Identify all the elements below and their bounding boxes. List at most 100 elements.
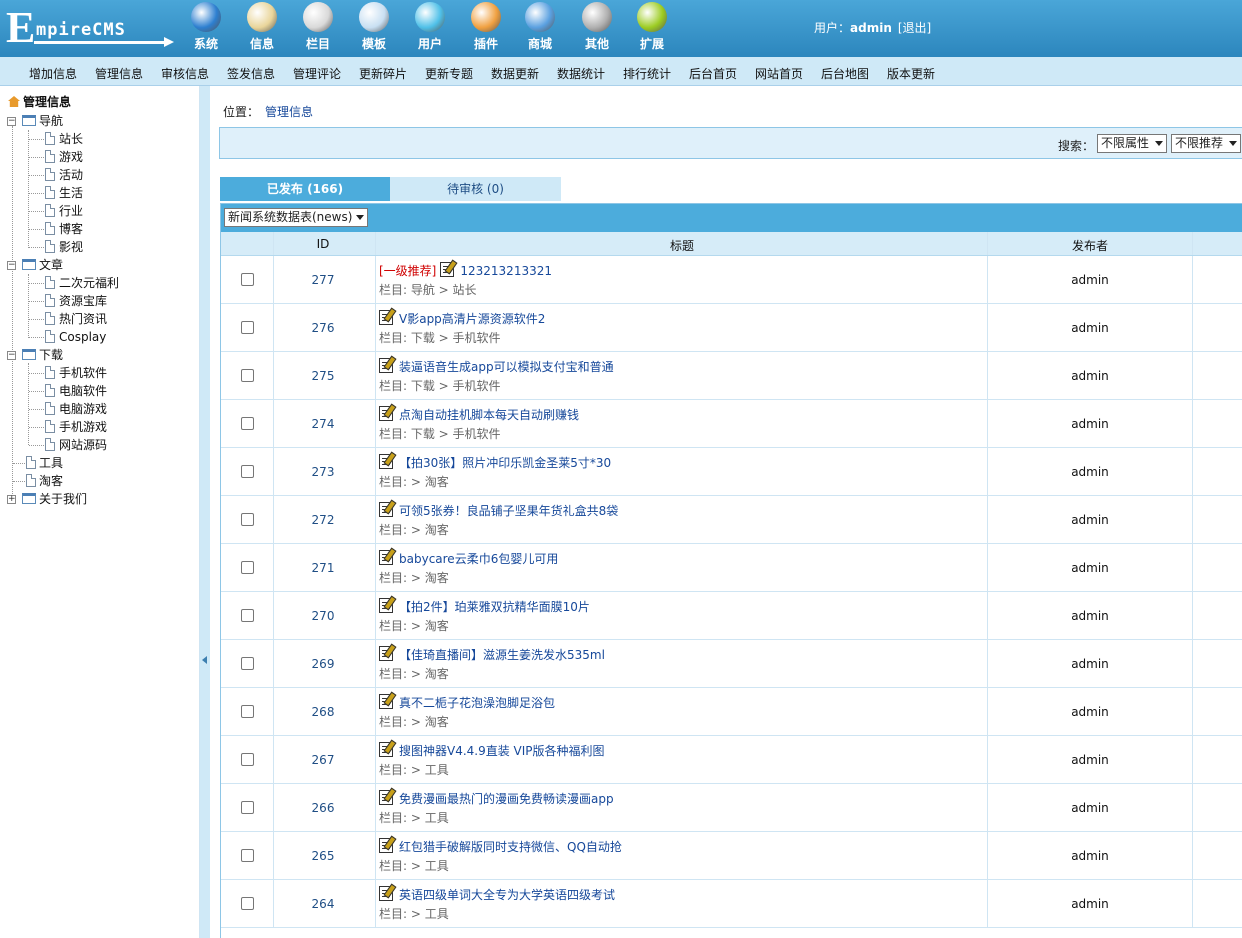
row-title-link[interactable]: 英语四级单词大全专为大学英语四级考试 <box>399 888 615 902</box>
topnav-user[interactable]: 用户 <box>405 2 455 54</box>
sidebar-item[interactable]: 影视 <box>0 238 200 256</box>
topnav-folder[interactable]: 栏目 <box>293 2 343 54</box>
row-title-link[interactable]: 123213213321 <box>460 264 552 278</box>
row-title-link[interactable]: 红包猎手破解版同时支持微信、QQ自动抢 <box>399 840 622 854</box>
sidebar-item[interactable]: 站长 <box>0 130 200 148</box>
edit-document-icon[interactable] <box>379 886 393 901</box>
sidebar-item[interactable]: 热门资讯 <box>0 310 200 328</box>
edit-document-icon[interactable] <box>379 358 393 373</box>
edit-document-icon[interactable] <box>379 454 393 469</box>
attribute-filter-select[interactable]: 不限属性 <box>1097 134 1167 153</box>
recommend-filter-select[interactable]: 不限推荐 <box>1171 134 1241 153</box>
topnav-window[interactable]: 模板 <box>349 2 399 54</box>
row-title-link[interactable]: 免费漫画最热门的漫画免费畅读漫画app <box>399 792 614 806</box>
sidebar-item[interactable]: 手机软件 <box>0 364 200 382</box>
row-title-link[interactable]: 装逼语音生成app可以模拟支付宝和普通 <box>399 360 614 374</box>
row-title-link[interactable]: 【拍30张】照片冲印乐凯金圣莱5寸*30 <box>399 456 611 470</box>
collapse-icon[interactable]: − <box>7 351 16 360</box>
subnav-item[interactable]: 版本更新 <box>887 65 935 82</box>
sidebar-item[interactable]: 生活 <box>0 184 200 202</box>
edit-document-icon[interactable] <box>379 694 393 709</box>
row-checkbox[interactable] <box>241 801 254 814</box>
row-checkbox[interactable] <box>241 273 254 286</box>
topnav-gear[interactable]: 其他 <box>572 2 622 54</box>
data-table-select[interactable]: 新闻系统数据表(news) <box>224 208 368 227</box>
topnav-tools[interactable]: 插件 <box>461 2 511 54</box>
row-title-link[interactable]: 真不二栀子花泡澡泡脚足浴包 <box>399 696 555 710</box>
subnav-item[interactable]: 审核信息 <box>161 65 209 82</box>
sidebar-splitter[interactable] <box>200 86 210 938</box>
sidebar-item[interactable]: + 关于我们 <box>0 490 200 508</box>
collapse-arrow-icon[interactable] <box>202 656 207 664</box>
sidebar-item[interactable]: − 文章 <box>0 256 200 274</box>
row-checkbox[interactable] <box>241 321 254 334</box>
sidebar-item[interactable]: − 导航 <box>0 112 200 130</box>
subnav-item[interactable]: 排行统计 <box>623 65 671 82</box>
sidebar-item[interactable]: 电脑游戏 <box>0 400 200 418</box>
edit-document-icon[interactable] <box>379 646 393 661</box>
subnav-item[interactable]: 后台首页 <box>689 65 737 82</box>
row-checkbox[interactable] <box>241 753 254 766</box>
sidebar-item[interactable]: 二次元福利 <box>0 274 200 292</box>
expand-icon[interactable]: + <box>7 495 16 504</box>
row-checkbox[interactable] <box>241 849 254 862</box>
sidebar-item[interactable]: 博客 <box>0 220 200 238</box>
topnav-notepad[interactable]: 信息 <box>237 2 287 54</box>
subnav-item[interactable]: 网站首页 <box>755 65 803 82</box>
subnav-item[interactable]: 更新碎片 <box>359 65 407 82</box>
subnav-item[interactable]: 签发信息 <box>227 65 275 82</box>
row-checkbox[interactable] <box>241 465 254 478</box>
topnav-card[interactable]: 商城 <box>515 2 565 54</box>
sidebar-item[interactable]: 工具 <box>0 454 200 472</box>
row-title-link[interactable]: babycare云柔巾6包婴儿可用 <box>399 552 558 566</box>
subnav-item[interactable]: 管理评论 <box>293 65 341 82</box>
subnav-item[interactable]: 后台地图 <box>821 65 869 82</box>
row-checkbox[interactable] <box>241 561 254 574</box>
edit-document-icon[interactable] <box>440 262 455 277</box>
row-checkbox[interactable] <box>241 369 254 382</box>
edit-document-icon[interactable] <box>379 838 393 853</box>
edit-document-icon[interactable] <box>379 406 393 421</box>
sidebar-item[interactable]: 行业 <box>0 202 200 220</box>
empirecms-logo[interactable]: E mpireCMS <box>6 6 176 50</box>
breadcrumb-link[interactable]: 管理信息 <box>265 105 313 119</box>
edit-document-icon[interactable] <box>379 550 393 565</box>
collapse-icon[interactable]: − <box>7 261 16 270</box>
sidebar-item[interactable]: − 下载 <box>0 346 200 364</box>
sidebar-item[interactable]: 电脑软件 <box>0 382 200 400</box>
row-checkbox[interactable] <box>241 609 254 622</box>
row-title-link[interactable]: 搜图神器V4.4.9直装 VIP版各种福利图 <box>399 744 605 758</box>
edit-document-icon[interactable] <box>379 598 393 613</box>
row-checkbox[interactable] <box>241 705 254 718</box>
row-title-link[interactable]: V影app高清片源资源软件2 <box>399 312 545 326</box>
collapse-icon[interactable]: − <box>7 117 16 126</box>
row-checkbox[interactable] <box>241 417 254 430</box>
row-checkbox[interactable] <box>241 897 254 910</box>
topnav-plus-circle[interactable]: 扩展 <box>627 2 677 54</box>
tab-published[interactable]: 已发布 (166) <box>220 177 390 201</box>
subnav-item[interactable]: 增加信息 <box>29 65 77 82</box>
logout-link[interactable]: [退出] <box>898 21 931 35</box>
row-title-link[interactable]: 【拍2件】珀莱雅双抗精华面膜10片 <box>399 600 590 614</box>
topnav-globe[interactable]: 系统 <box>181 2 231 54</box>
subnav-item[interactable]: 数据更新 <box>491 65 539 82</box>
subnav-item[interactable]: 数据统计 <box>557 65 605 82</box>
sidebar-item[interactable]: 资源宝库 <box>0 292 200 310</box>
edit-document-icon[interactable] <box>379 790 393 805</box>
edit-document-icon[interactable] <box>379 502 393 517</box>
row-title-link[interactable]: 【佳琦直播间】滋源生姜洗发水535ml <box>399 648 605 662</box>
row-title-link[interactable]: 可领5张券！良品铺子坚果年货礼盒共8袋 <box>399 504 618 518</box>
sidebar-item[interactable]: 游戏 <box>0 148 200 166</box>
tab-pending[interactable]: 待审核 (0) <box>390 177 561 201</box>
row-checkbox[interactable] <box>241 513 254 526</box>
row-checkbox[interactable] <box>241 657 254 670</box>
row-title-link[interactable]: 点淘自动挂机脚本每天自动刷赚钱 <box>399 408 579 422</box>
edit-document-icon[interactable] <box>379 742 393 757</box>
edit-document-icon[interactable] <box>379 310 393 325</box>
sidebar-item[interactable]: 手机游戏 <box>0 418 200 436</box>
sidebar-item[interactable]: 淘客 <box>0 472 200 490</box>
sidebar-item[interactable]: 网站源码 <box>0 436 200 454</box>
subnav-item[interactable]: 管理信息 <box>95 65 143 82</box>
sidebar-item[interactable]: 活动 <box>0 166 200 184</box>
sidebar-item[interactable]: Cosplay <box>0 328 200 346</box>
